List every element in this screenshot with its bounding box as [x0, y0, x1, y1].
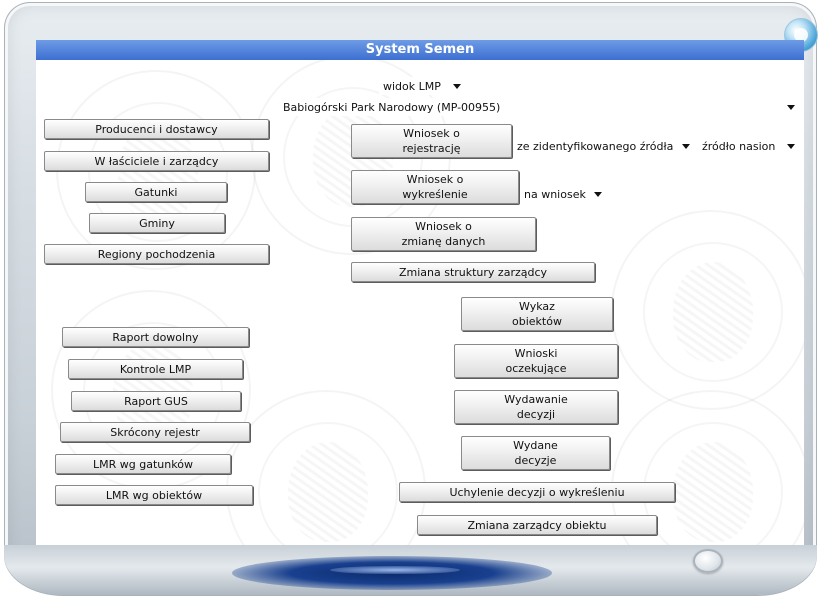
wniosek-zmiana-label-2: zmianę danych	[401, 235, 486, 248]
wniosek-wykreslenie-label-2: wykreślenie	[402, 188, 468, 201]
chevron-down-icon	[453, 84, 461, 89]
view-select[interactable]: widok LMP	[379, 77, 466, 95]
wykaz-label-1: Wykaz	[519, 300, 555, 313]
kontrole-lmp-button[interactable]: Kontrole LMP	[68, 359, 243, 379]
oczekujace-label-2: oczekujące	[505, 362, 567, 375]
wydane-label-1: Wydane	[513, 439, 558, 452]
chevron-down-icon	[787, 105, 795, 110]
wniosek-rejestracja-label-1: Wniosek o	[403, 127, 460, 140]
app-title: System Semen	[36, 40, 804, 60]
raport-dowolny-button[interactable]: Raport dowolny	[62, 327, 249, 347]
na-wniosek-select[interactable]: na wniosek	[520, 185, 607, 203]
chevron-down-icon	[594, 192, 602, 197]
watermark-seal-icon	[611, 210, 804, 410]
na-wniosek-select-value: na wniosek	[524, 187, 586, 201]
view-select-value: widok LMP	[383, 79, 441, 93]
zmiana-struktury-button[interactable]: Zmiana struktury zarządcy	[351, 262, 595, 282]
wydane-decyzje-button[interactable]: Wydane decyzje	[461, 436, 610, 470]
watermark-seal-icon	[226, 390, 426, 545]
lmr-obiekty-button[interactable]: LMR wg obiektów	[55, 485, 253, 505]
gatunki-button[interactable]: Gatunki	[85, 182, 227, 202]
monitor-accent-highlight	[330, 566, 460, 574]
rodzaj-select-value: źródło nasion	[702, 139, 776, 153]
wniosek-rejestracja-button[interactable]: Wniosek o rejestrację	[351, 124, 512, 158]
wnioski-oczekujace-button[interactable]: Wnioski oczekujące	[454, 344, 618, 378]
app-screen: System Semen widok LMP Babiogórski Park …	[36, 40, 804, 545]
wniosek-wykreslenie-button[interactable]: Wniosek o wykreślenie	[351, 170, 519, 204]
lmr-gatunki-button[interactable]: LMR wg gatunków	[55, 454, 231, 474]
oczekujace-label-1: Wnioski	[514, 347, 558, 360]
wydane-label-2: decyzje	[514, 454, 557, 467]
producenci-button[interactable]: Producenci i dostawcy	[44, 119, 269, 139]
wydawanie-decyzji-button[interactable]: Wydawanie decyzji	[454, 390, 618, 424]
wydawanie-label-2: decyzji	[516, 408, 556, 421]
wniosek-rejestracja-label-2: rejestrację	[402, 142, 461, 155]
zmiana-zarzadcy-button[interactable]: Zmiana zarządcy obiektu	[417, 515, 657, 535]
gminy-button[interactable]: Gminy	[89, 213, 225, 233]
raport-gus-button[interactable]: Raport GUS	[71, 391, 241, 411]
park-select-value: Babiogórski Park Narodowy (MP-00955)	[283, 100, 501, 114]
wniosek-zmiana-danych-button[interactable]: Wniosek o zmianę danych	[351, 217, 536, 251]
power-button-icon	[693, 549, 723, 573]
wniosek-zmiana-label-1: Wniosek o	[415, 220, 472, 233]
skrocony-rejestr-button[interactable]: Skrócony rejestr	[60, 422, 250, 442]
wykaz-obiektow-button[interactable]: Wykaz obiektów	[461, 297, 613, 331]
zrodlo-select-value: ze zidentyfikowanego źródła	[517, 139, 674, 153]
wykaz-label-2: obiektów	[512, 315, 562, 328]
zrodlo-select[interactable]: ze zidentyfikowanego źródła	[513, 137, 695, 155]
chevron-down-icon	[682, 144, 690, 149]
rodzaj-select[interactable]: źródło nasion	[698, 137, 800, 155]
wydawanie-label-1: Wydawanie	[504, 393, 568, 406]
wniosek-wykreslenie-label-1: Wniosek o	[406, 173, 464, 186]
regiony-button[interactable]: Regiony pochodzenia	[44, 244, 269, 264]
park-select[interactable]: Babiogórski Park Narodowy (MP-00955)	[279, 98, 800, 116]
wlasciciele-button[interactable]: W łaściciele i zarządcy	[44, 151, 269, 171]
chevron-down-icon	[787, 144, 795, 149]
uchylenie-decyzji-button[interactable]: Uchylenie decyzji o wykreśleniu	[399, 482, 675, 502]
